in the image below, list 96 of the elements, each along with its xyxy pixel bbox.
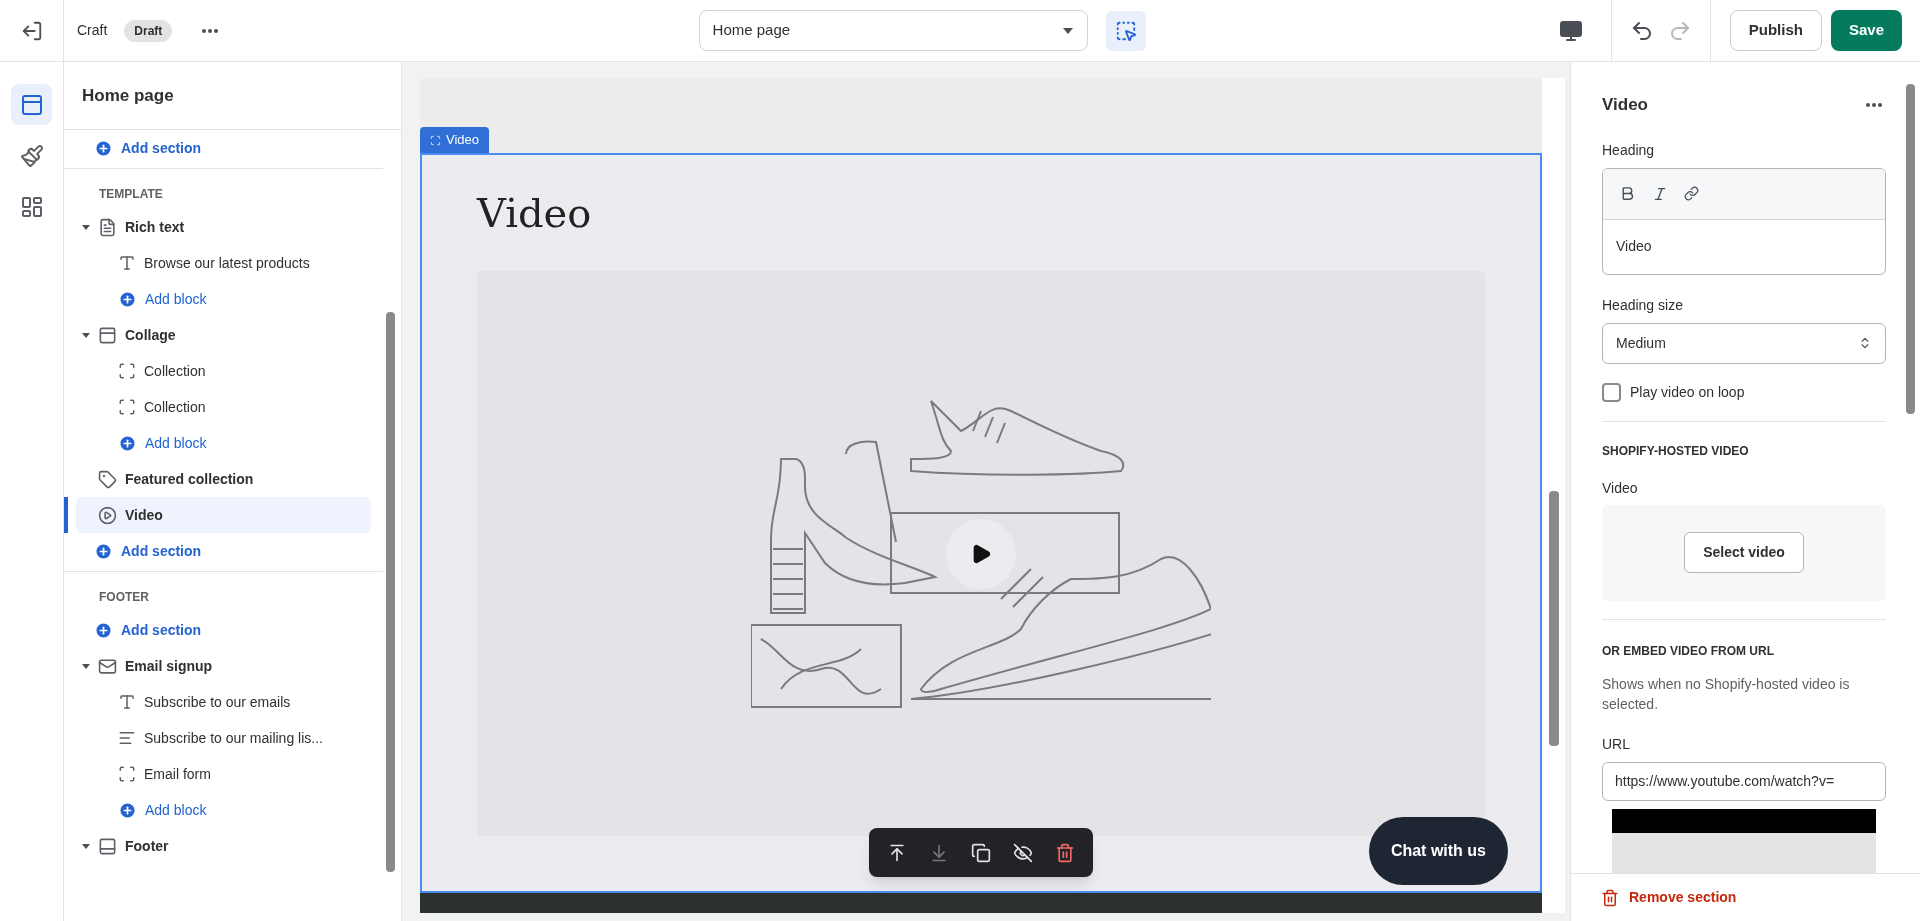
section-icon <box>98 505 117 525</box>
section-heading: Video <box>477 189 593 238</box>
add-icon <box>94 541 113 561</box>
caret-icon[interactable] <box>81 330 91 340</box>
field-label: URL <box>1602 734 1631 754</box>
sidebar-title: Home page <box>82 84 174 107</box>
add-link[interactable]: Add section <box>121 619 202 641</box>
status-badge: Draft <box>124 19 173 42</box>
block-item[interactable]: Collection <box>144 396 206 418</box>
block-icon <box>118 362 136 380</box>
size-select[interactable]: Medium <box>1602 322 1886 364</box>
add-link[interactable]: Add section <box>121 137 202 159</box>
section-item[interactable]: Collage <box>76 317 371 353</box>
remove-section-button[interactable]: Remove section <box>1601 887 1737 908</box>
block-icon <box>118 398 136 416</box>
caret-icon[interactable] <box>81 841 91 851</box>
block-icon <box>118 729 136 747</box>
block-icon <box>118 254 136 272</box>
scrollbar[interactable] <box>1906 84 1915 414</box>
block-item[interactable]: Browse our latest products <box>144 252 310 274</box>
caret-icon[interactable] <box>81 661 91 671</box>
eye-off-icon <box>1013 842 1033 863</box>
section-icon <box>430 134 441 146</box>
move-up-button[interactable] <box>887 842 907 863</box>
add-icon <box>94 138 113 158</box>
block-item[interactable]: Subscribe to our mailing lis... <box>144 727 323 749</box>
add-icon <box>118 433 137 453</box>
group-label: TEMPLATE <box>99 186 163 203</box>
checkbox-label: Play video on loop <box>1630 382 1745 402</box>
link-icon[interactable] <box>1684 186 1699 201</box>
caret-icon[interactable] <box>81 222 91 232</box>
duplicate-button[interactable] <box>971 842 991 863</box>
duplicate-icon <box>971 842 991 863</box>
ellipsis-icon <box>1866 102 1882 107</box>
add-icon <box>118 289 137 309</box>
editor-text: Video <box>1616 237 1652 256</box>
add-link[interactable]: Add block <box>145 288 207 310</box>
block-item[interactable]: Email form <box>144 763 211 785</box>
move-down-icon <box>929 842 949 863</box>
field-label: Heading <box>1602 140 1656 160</box>
add-icon <box>94 620 113 640</box>
section-item[interactable]: Video <box>76 497 371 533</box>
publish-button[interactable]: Publish <box>1729 10 1822 51</box>
group-heading: OR EMBED VIDEO FROM URL <box>1602 642 1775 660</box>
desktop-view-button[interactable] <box>1559 18 1584 43</box>
move-down-button[interactable] <box>929 842 949 863</box>
add-link[interactable]: Add block <box>145 432 207 454</box>
exit-icon <box>20 19 43 42</box>
pointer-select-icon <box>1114 19 1137 42</box>
save-button[interactable]: Save <box>1830 10 1902 51</box>
field-label: Video <box>1602 478 1639 498</box>
theme-name: Craft <box>77 21 108 40</box>
field-label: Heading size <box>1602 295 1684 315</box>
ellipsis-icon <box>202 28 219 33</box>
section-icon <box>98 836 117 856</box>
loop-checkbox[interactable] <box>1602 382 1621 402</box>
heading-editor[interactable]: Video <box>1602 167 1886 275</box>
page-select[interactable]: Home page <box>698 10 1088 51</box>
apps-icon <box>19 194 44 219</box>
section-item[interactable]: Rich text <box>76 209 371 245</box>
delete-button[interactable] <box>1055 842 1075 863</box>
hide-button[interactable] <box>1013 842 1033 863</box>
select-video-button[interactable]: Select video <box>1684 532 1804 573</box>
section-icon <box>98 325 117 345</box>
add-link[interactable]: Add block <box>145 799 207 821</box>
section-icon <box>98 469 117 489</box>
panel-title: Video <box>1602 94 1648 116</box>
block-item[interactable]: Collection <box>144 360 206 382</box>
caret-icon <box>1061 26 1074 35</box>
italic-icon[interactable] <box>1652 185 1668 202</box>
url-field[interactable]: https://www.youtube.com/watch?v= <box>1602 761 1886 801</box>
section-icon <box>98 656 117 676</box>
add-link[interactable]: Add section <box>121 540 202 562</box>
trash-icon <box>1601 888 1619 907</box>
scrollbar[interactable] <box>386 312 395 872</box>
group-label: FOOTER <box>99 589 149 606</box>
scrollbar[interactable] <box>1549 491 1559 746</box>
move-up-icon <box>887 842 907 863</box>
block-icon <box>118 693 136 711</box>
chat-button[interactable]: Chat with us <box>1368 817 1508 885</box>
inspector-toggle[interactable] <box>1105 10 1146 51</box>
trash-icon <box>1055 842 1075 863</box>
rail-button[interactable] <box>11 84 52 125</box>
section-item[interactable]: Featured collection <box>76 461 371 497</box>
section-tag[interactable]: Video <box>420 127 489 153</box>
sections-icon <box>19 92 44 117</box>
monitor-icon <box>1559 18 1584 43</box>
block-icon <box>118 765 136 783</box>
block-item[interactable]: Subscribe to our emails <box>144 691 291 713</box>
add-icon <box>118 800 137 820</box>
group-heading: SHOPIFY-HOSTED VIDEO <box>1602 442 1750 460</box>
section-item[interactable]: Footer <box>76 828 371 864</box>
section-icon <box>98 217 117 237</box>
theme-icon <box>19 143 44 168</box>
section-item[interactable]: Email signup <box>76 648 371 684</box>
help-text: Shows when no Shopify-hosted video is selected. <box>1602 674 1851 714</box>
